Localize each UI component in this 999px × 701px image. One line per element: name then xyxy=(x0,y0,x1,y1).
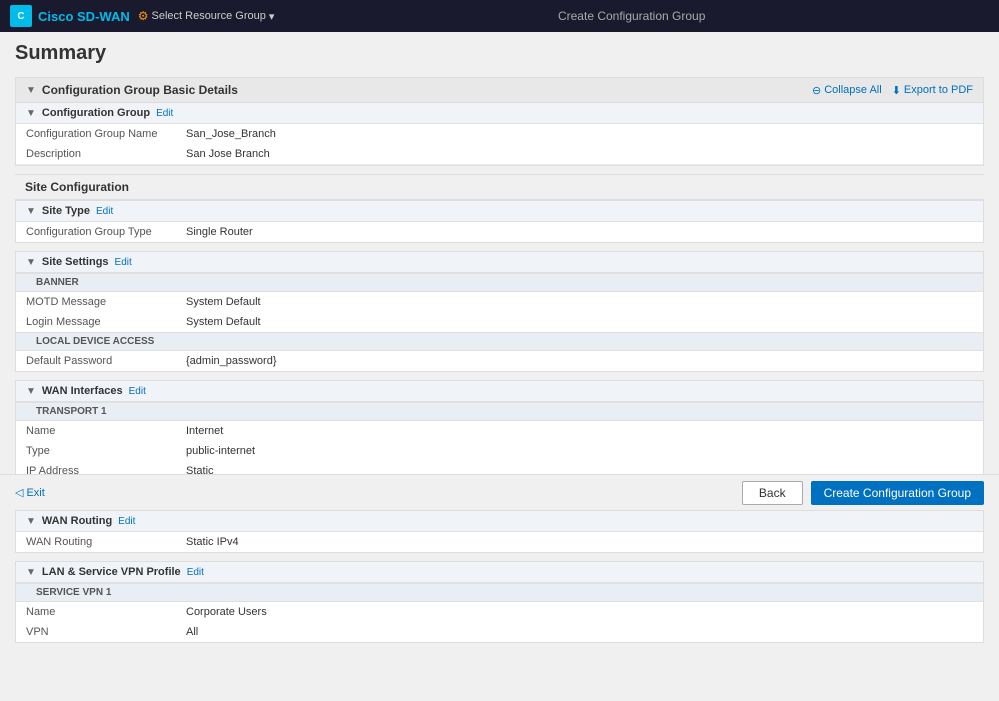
vpn-name-value: Corporate Users xyxy=(186,606,267,618)
brand: C Cisco SD-WAN xyxy=(10,5,130,27)
lan-service-vpn-title: LAN & Service VPN Profile xyxy=(42,566,181,578)
configuration-group-subsection-header: ▼ Configuration Group Edit xyxy=(16,103,983,124)
site-configuration-label: Site Configuration xyxy=(15,174,984,200)
default-password-label: Default Password xyxy=(26,355,186,367)
create-config-group-button[interactable]: Create Configuration Group xyxy=(811,481,984,505)
wan-type-label: Type xyxy=(26,445,186,457)
config-group-description-label: Description xyxy=(26,148,186,160)
wan-type-value: public-internet xyxy=(186,445,255,457)
vpn-name-label: Name xyxy=(26,606,186,618)
resource-group-chevron: ▾ xyxy=(269,10,275,23)
back-button[interactable]: Back xyxy=(742,481,803,505)
lan-service-vpn-section: ▼ LAN & Service VPN Profile Edit SERVICE… xyxy=(15,561,984,643)
vpn-row: VPN All xyxy=(16,622,983,642)
lan-service-vpn-header: ▼ LAN & Service VPN Profile Edit xyxy=(16,562,983,583)
site-type-title: Site Type xyxy=(42,205,90,217)
service-vpn1-subsection-header: SERVICE VPN 1 xyxy=(16,583,983,602)
wan-routing-edit-button[interactable]: Edit xyxy=(118,516,135,527)
section-title: Configuration Group Basic Details xyxy=(42,83,238,97)
brand-icon: C xyxy=(10,5,32,27)
subsection-collapse-icon[interactable]: ▼ xyxy=(26,108,36,119)
motd-message-row: MOTD Message System Default xyxy=(16,292,983,312)
default-password-row: Default Password {admin_password} xyxy=(16,351,983,371)
brand-label: Cisco SD-WAN xyxy=(38,9,130,24)
config-group-description-row: Description San Jose Branch xyxy=(16,144,983,164)
wan-interfaces-title: WAN Interfaces xyxy=(42,385,123,397)
main-content: Summary ▼ Configuration Group Basic Deta… xyxy=(0,32,999,701)
site-settings-header: ▼ Site Settings Edit xyxy=(16,252,983,273)
site-type-config-type-row: Configuration Group Type Single Router xyxy=(16,222,983,242)
config-group-edit-button[interactable]: Edit xyxy=(156,108,173,119)
vpn-value: All xyxy=(186,626,198,638)
config-group-basic-details-section: ▼ Configuration Group Basic Details ⊖ Co… xyxy=(15,77,984,166)
login-message-row: Login Message System Default xyxy=(16,312,983,332)
site-type-collapse-icon[interactable]: ▼ xyxy=(26,206,36,217)
site-type-config-type-value: Single Router xyxy=(186,226,253,238)
exit-icon: ◁ xyxy=(15,486,23,499)
wan-name-row: Name Internet xyxy=(16,421,983,441)
wan-interfaces-header: ▼ WAN Interfaces Edit xyxy=(16,381,983,402)
wan-routing-title: WAN Routing xyxy=(42,515,112,527)
site-type-edit-button[interactable]: Edit xyxy=(96,206,113,217)
nav-center-label: Create Configuration Group xyxy=(558,9,705,23)
transport1-subsection-header: TRANSPORT 1 xyxy=(16,402,983,421)
nav-left: C Cisco SD-WAN ⚙ Select Resource Group ▾ xyxy=(10,5,274,27)
wan-routing-value-row: WAN Routing Static IPv4 xyxy=(16,532,983,552)
wan-name-value: Internet xyxy=(186,425,223,437)
config-group-basic-details-header: ▼ Configuration Group Basic Details ⊖ Co… xyxy=(16,78,983,103)
site-type-section: ▼ Site Type Edit Configuration Group Typ… xyxy=(15,200,984,243)
site-settings-section: ▼ Site Settings Edit BANNER MOTD Message… xyxy=(15,251,984,372)
page-title: Summary xyxy=(15,42,984,65)
motd-message-value: System Default xyxy=(186,296,261,308)
collapse-icon[interactable]: ▼ xyxy=(26,85,36,96)
lan-service-vpn-collapse-icon[interactable]: ▼ xyxy=(26,567,36,578)
subsection-title: Configuration Group xyxy=(42,107,150,119)
site-settings-title: Site Settings xyxy=(42,256,109,268)
resource-group-label: Select Resource Group xyxy=(152,10,266,22)
resource-group-button[interactable]: ⚙ Select Resource Group ▾ xyxy=(138,9,275,23)
site-settings-collapse-icon[interactable]: ▼ xyxy=(26,257,36,268)
login-message-label: Login Message xyxy=(26,316,186,328)
site-type-header: ▼ Site Type Edit xyxy=(16,201,983,222)
config-group-name-label: Configuration Group Name xyxy=(26,128,186,140)
configuration-group-subsection: ▼ Configuration Group Edit Configuration… xyxy=(16,103,983,165)
vpn-name-row: Name Corporate Users xyxy=(16,602,983,622)
section-header-left: ▼ Configuration Group Basic Details xyxy=(26,83,238,97)
motd-message-label: MOTD Message xyxy=(26,296,186,308)
wan-routing-collapse-icon[interactable]: ▼ xyxy=(26,516,36,527)
export-icon: ⬇ xyxy=(892,84,901,97)
wan-name-label: Name xyxy=(26,425,186,437)
export-pdf-button[interactable]: ⬇ Export to PDF xyxy=(892,84,973,97)
collapse-icon-sym: ⊖ xyxy=(812,84,821,97)
local-device-subsection-header: LOCAL DEVICE ACCESS xyxy=(16,332,983,351)
wan-interfaces-collapse-icon[interactable]: ▼ xyxy=(26,386,36,397)
exit-label: Exit xyxy=(26,487,44,499)
login-message-value: System Default xyxy=(186,316,261,328)
site-type-config-type-label: Configuration Group Type xyxy=(26,226,186,238)
site-settings-edit-button[interactable]: Edit xyxy=(115,257,132,268)
wan-interfaces-edit-button[interactable]: Edit xyxy=(129,386,146,397)
config-group-name-row: Configuration Group Name San_Jose_Branch xyxy=(16,124,983,144)
section-header-actions: ⊖ Collapse All ⬇ Export to PDF xyxy=(812,84,973,97)
wan-routing-section: ▼ WAN Routing Edit WAN Routing Static IP… xyxy=(15,510,984,553)
resource-icon: ⚙ xyxy=(138,9,149,23)
top-nav: C Cisco SD-WAN ⚙ Select Resource Group ▾… xyxy=(0,0,999,32)
lan-service-vpn-edit-button[interactable]: Edit xyxy=(187,567,204,578)
wan-routing-field-label: WAN Routing xyxy=(26,536,186,548)
vpn-label: VPN xyxy=(26,626,186,638)
wan-type-row: Type public-internet xyxy=(16,441,983,461)
collapse-all-button[interactable]: ⊖ Collapse All xyxy=(812,84,882,97)
wan-routing-header: ▼ WAN Routing Edit xyxy=(16,511,983,532)
bottom-bar: ◁ Exit Back Create Configuration Group xyxy=(0,474,999,510)
default-password-value: {admin_password} xyxy=(186,355,277,367)
exit-button[interactable]: ◁ Exit xyxy=(15,486,45,499)
bottom-right-buttons: Back Create Configuration Group xyxy=(742,481,984,505)
config-group-description-value: San Jose Branch xyxy=(186,148,270,160)
export-label: Export to PDF xyxy=(904,84,973,96)
wan-routing-field-value: Static IPv4 xyxy=(186,536,239,548)
banner-subsection-header: BANNER xyxy=(16,273,983,292)
collapse-all-label: Collapse All xyxy=(824,84,881,96)
config-group-name-value: San_Jose_Branch xyxy=(186,128,276,140)
